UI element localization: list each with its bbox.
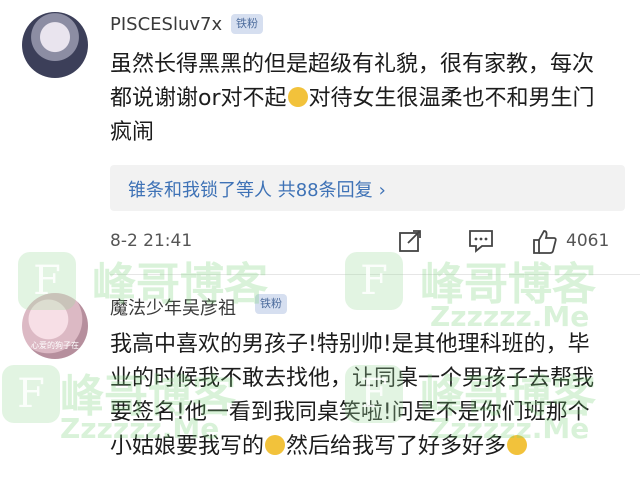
- user-avatar[interactable]: [22, 12, 88, 78]
- watermark-logo: F: [345, 252, 403, 310]
- comment-text-line: 我高中喜欢的男孩子!特别帅!是其他理科班的，毕: [110, 332, 590, 357]
- comment-text-line: 虽然长得黑黑的但是超级有礼貌，很有家教，每次: [110, 52, 595, 77]
- crying-emoji-icon: [265, 435, 286, 455]
- comment-icon[interactable]: [468, 229, 494, 253]
- reply-summary-box[interactable]: 锥条和我锁了等人 共88条回复 ›: [110, 165, 625, 211]
- watermark-logo: F: [2, 365, 60, 423]
- crying-emoji-icon: [507, 435, 528, 455]
- watermark-logo: F: [345, 365, 403, 423]
- thumbs-up-icon[interactable]: [532, 229, 558, 255]
- timestamp: 8-2 21:41: [110, 231, 193, 251]
- comment-text-line: 疯闹: [110, 120, 155, 145]
- comment-text-line: 都说谢谢or对不起: [110, 86, 287, 111]
- comment-text: 虽然长得黑黑的但是超级有礼貌，很有家教，每次 都说谢谢or对不起 对待女生很温柔也…: [110, 48, 630, 150]
- chevron-right-icon: ›: [378, 180, 386, 201]
- comment-text-line: 小姑娘要我写的: [110, 434, 265, 459]
- username[interactable]: PISCESluv7x: [110, 14, 222, 35]
- fan-badge: 铁粉: [255, 294, 287, 314]
- comment-text-line: 对待女生很温柔也不和男生门: [308, 86, 595, 111]
- avatar-caption: 心爱的狗子在: [31, 341, 79, 350]
- username[interactable]: 魔法少年吴彦祖: [110, 294, 236, 320]
- reply-summary-link[interactable]: 锥条和我锁了等人 共88条回复 ›: [128, 176, 386, 202]
- comment-text-line: 然后给我写了好多好多: [286, 434, 507, 459]
- fan-badge: 铁粉: [231, 14, 263, 34]
- like-count: 4061: [566, 231, 610, 251]
- share-icon[interactable]: [398, 229, 422, 253]
- watermark-logo: F: [18, 252, 76, 310]
- laughing-emoji-icon: [287, 87, 308, 107]
- reply-summary-label: 锥条和我锁了等人 共88条回复: [128, 180, 373, 201]
